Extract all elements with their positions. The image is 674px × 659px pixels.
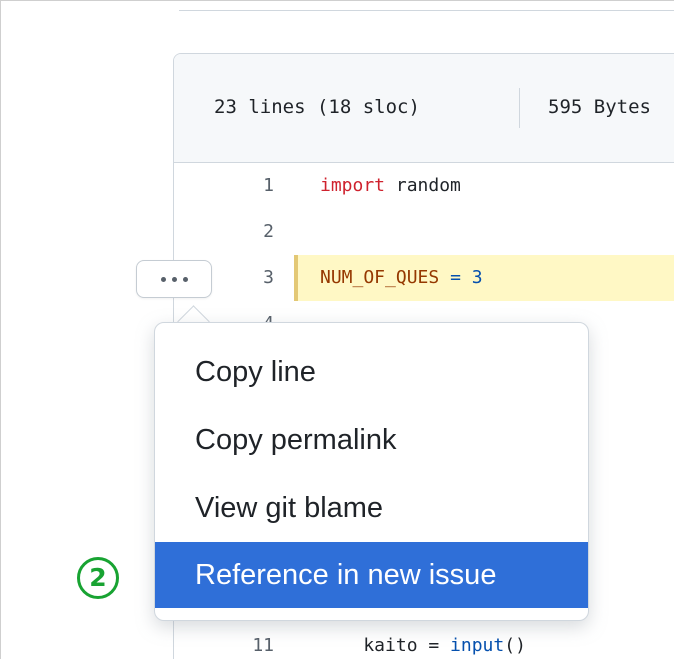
top-divider <box>179 1 674 11</box>
code-line: 1 import random <box>174 163 674 209</box>
code-token: = <box>450 267 461 288</box>
code-text: NUM_OF_QUES = 3 <box>320 267 483 288</box>
code-token: NUM_OF_QUES <box>320 267 440 288</box>
line-number[interactable]: 1 <box>234 175 274 196</box>
menu-item-copy-permalink[interactable]: Copy permalink <box>155 407 588 473</box>
code-text: import random <box>320 175 461 196</box>
step-number-badge: 2 <box>77 557 119 599</box>
code-line: 3 NUM_OF_QUES = 3 <box>174 255 674 301</box>
code-line: 11 kaito = input() <box>174 623 674 659</box>
menu-item-reference-in-new-issue[interactable]: Reference in new issue <box>155 542 588 608</box>
code-token: import <box>320 175 386 196</box>
header-divider <box>519 88 520 128</box>
file-header: 23 lines (18 sloc) 595 Bytes <box>174 54 674 163</box>
code-token: random <box>385 175 461 196</box>
line-number[interactable]: 11 <box>234 635 274 656</box>
line-options-menu: Copy line Copy permalink View git blame … <box>154 322 589 621</box>
code-token: 3 <box>471 267 483 288</box>
code-line: 2 <box>174 209 674 255</box>
dot-icon <box>171 276 177 282</box>
code-token: input <box>450 635 505 656</box>
code-token: () <box>504 635 526 656</box>
code-text: kaito = input() <box>320 635 526 656</box>
line-number[interactable]: 3 <box>234 267 274 288</box>
code-token: kaito = <box>320 635 451 656</box>
dot-icon <box>182 276 188 282</box>
line-number[interactable]: 2 <box>234 221 274 242</box>
file-size: 595 Bytes <box>548 96 651 118</box>
dot-icon <box>160 276 166 282</box>
line-options-button[interactable] <box>136 260 212 298</box>
lines-count: 23 lines (18 sloc) <box>214 96 420 118</box>
menu-item-copy-line[interactable]: Copy line <box>155 339 588 405</box>
screenshot-frame: 23 lines (18 sloc) 595 Bytes 1 import ran… <box>0 0 674 659</box>
menu-item-view-git-blame[interactable]: View git blame <box>155 475 588 541</box>
